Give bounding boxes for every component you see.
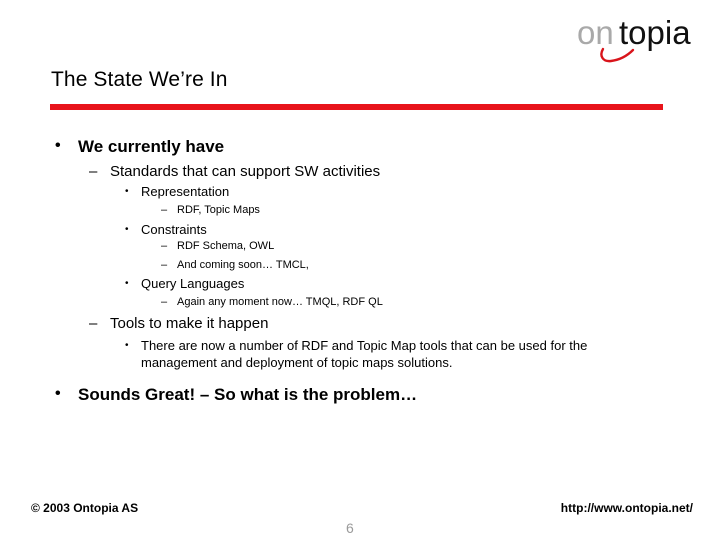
level3-text-line1: There are now a number of RDF and Topic … [141,338,588,353]
footer-copyright: © 2003 Ontopia AS [31,501,139,515]
subbullet-marker: – [89,163,98,180]
footer-url[interactable]: http://www.ontopia.net/ [561,501,693,515]
level3-marker: • [125,278,129,289]
level4-marker: – [161,204,168,216]
bullet-text: Sounds Great! – So what is the problem… [78,385,418,404]
logo-text-topia: topia [619,14,691,51]
level3-text: Query Languages [141,276,245,291]
level3-text: Constraints [141,222,207,237]
level4-text: RDF Schema, OWL [177,240,275,252]
level3-text-line2: management and deployment of topic maps … [141,355,453,370]
slide-title: The State We’re In [51,68,228,91]
logo-text-on: on [577,14,614,51]
bullet-text: We currently have [78,137,225,156]
level3-marker: • [125,186,129,197]
level4-text: And coming soon… TMCL, [177,259,309,271]
subbullet-text: Tools to make it happen [110,315,269,332]
level3-marker: • [125,224,129,235]
level3-marker: • [125,340,129,351]
bullet-marker: • [55,137,61,154]
level4-marker: – [161,296,168,308]
level4-text: RDF, Topic Maps [177,204,260,216]
page-number: 6 [346,520,354,536]
level4-marker: – [161,240,168,252]
ontopia-logo: on topia [575,12,715,68]
subbullet-marker: – [89,315,98,332]
bullet-marker: • [55,385,61,402]
title-divider [50,104,663,110]
level3-text: Representation [141,184,230,199]
subbullet-text: Standards that can support SW activities [110,163,381,180]
level4-marker: – [161,259,168,271]
level4-text: Again any moment now… TMQL, RDF QL [177,296,383,308]
